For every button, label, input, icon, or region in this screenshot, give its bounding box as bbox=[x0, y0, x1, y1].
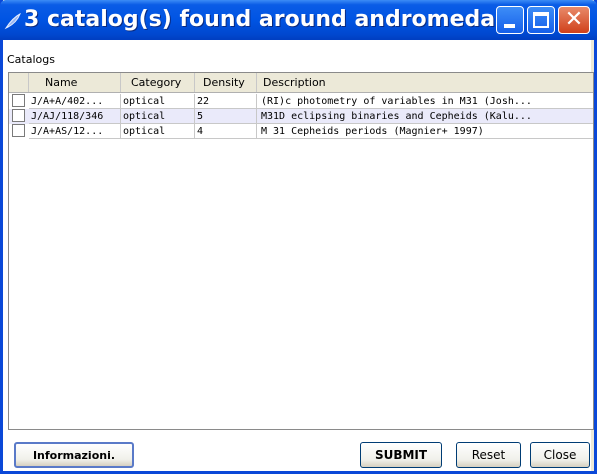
feather-icon bbox=[4, 12, 21, 30]
minimize-icon bbox=[504, 24, 515, 28]
cell-description: M 31 Cepheids periods (Magnier+ 1997) bbox=[261, 126, 484, 137]
cell-density: 22 bbox=[195, 94, 257, 109]
reset-button[interactable]: Reset bbox=[456, 442, 521, 468]
cell-name: J/A+A/402... bbox=[29, 94, 121, 109]
cell-category: optical bbox=[121, 94, 195, 109]
close-icon: ✕ bbox=[564, 7, 584, 32]
cell-density: 5 bbox=[195, 109, 257, 124]
minimize-button[interactable] bbox=[496, 6, 524, 34]
cell-description: (RI)c photometry of variables in M31 (Jo… bbox=[261, 96, 532, 107]
title-bar[interactable]: 3 catalog(s) found around andromeda ✕ bbox=[0, 0, 597, 40]
table-row[interactable]: J/A+AS/12... optical 4 M 31 Cepheids per… bbox=[9, 124, 593, 139]
cell-density: 4 bbox=[195, 124, 257, 139]
column-header-name[interactable]: Name bbox=[29, 73, 121, 92]
catalog-table: Name Category Density Description J/A+A/… bbox=[8, 72, 594, 430]
table-row[interactable]: J/AJ/118/346 optical 5 M31D eclipsing bi… bbox=[9, 109, 593, 124]
cell-name: J/A+AS/12... bbox=[29, 124, 121, 139]
maximize-icon bbox=[533, 12, 549, 28]
window-title: 3 catalog(s) found around andromeda bbox=[24, 7, 496, 32]
checkbox-column-header bbox=[9, 73, 29, 92]
submit-button[interactable]: SUBMIT bbox=[360, 442, 442, 468]
cell-category: optical bbox=[121, 124, 195, 139]
row-checkbox[interactable] bbox=[12, 109, 25, 122]
row-checkbox[interactable] bbox=[12, 94, 25, 107]
column-header-description[interactable]: Description bbox=[257, 73, 593, 92]
row-divider bbox=[29, 138, 593, 139]
row-checkbox[interactable] bbox=[12, 124, 25, 137]
close-button[interactable]: Close bbox=[530, 442, 590, 468]
table-row[interactable]: J/A+A/402... optical 22 (RI)c photometry… bbox=[9, 94, 593, 109]
maximize-button[interactable] bbox=[527, 6, 555, 34]
catalogs-label: Catalogs bbox=[7, 53, 55, 66]
close-window-button[interactable]: ✕ bbox=[558, 6, 590, 34]
cell-description: M31D eclipsing binaries and Cepheids (Ka… bbox=[261, 111, 532, 122]
table-header: Name Category Density Description bbox=[9, 73, 593, 93]
cell-category: optical bbox=[121, 109, 195, 124]
column-header-density[interactable]: Density bbox=[195, 73, 257, 92]
info-button[interactable]: Informazioni. bbox=[14, 442, 134, 468]
cell-name: J/AJ/118/346 bbox=[29, 109, 121, 124]
column-header-category[interactable]: Category bbox=[121, 73, 195, 92]
